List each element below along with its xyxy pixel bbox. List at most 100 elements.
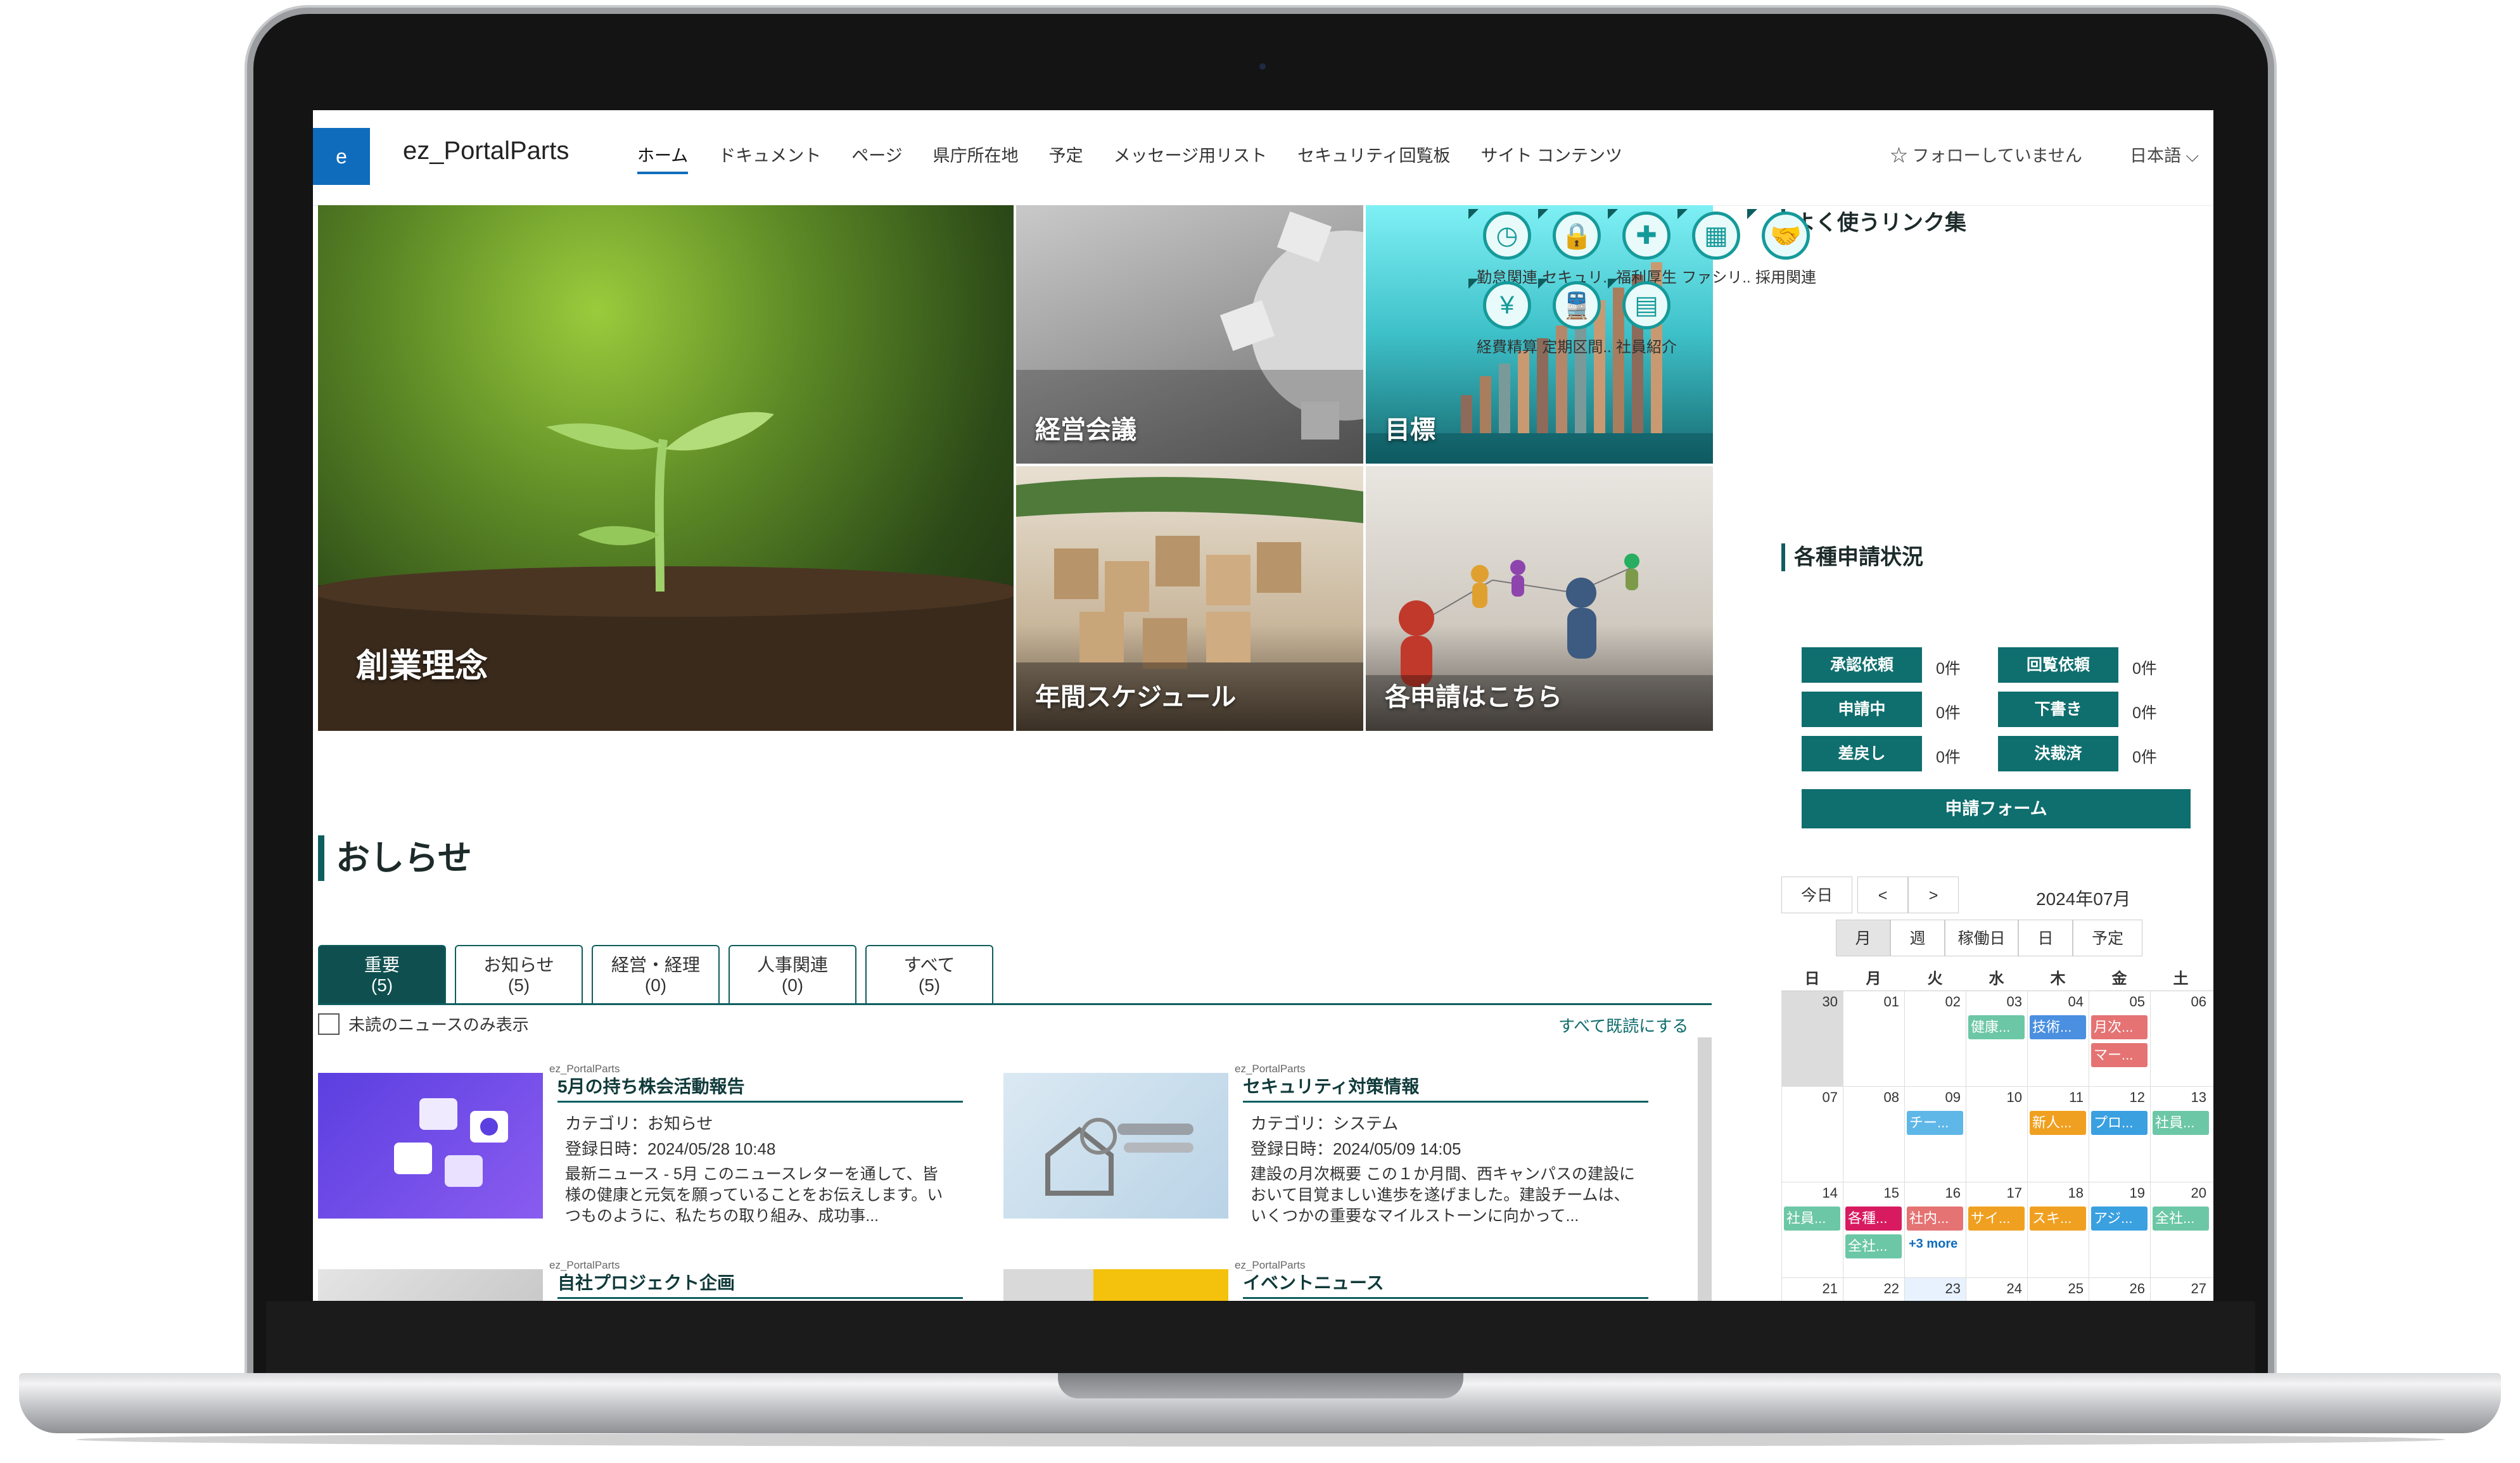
calendar-today-button[interactable]: 今日: [1781, 877, 1852, 913]
quick-link-id-card[interactable]: ▤ 社員紹介: [1608, 279, 1685, 361]
calendar-day[interactable]: 18 スキ...: [2027, 1182, 2089, 1277]
calendar-event[interactable]: スキ...: [2030, 1206, 2086, 1231]
nav-item-pages[interactable]: ページ: [851, 142, 902, 174]
calendar-day[interactable]: 15 各種... 全社...: [1843, 1182, 1904, 1277]
calendar-event[interactable]: マー...: [2091, 1043, 2148, 1067]
mark-all-read-link[interactable]: すべて既読にする: [1558, 1013, 1688, 1037]
calendar-view-workweek[interactable]: 稼働日: [1945, 920, 2018, 956]
news-title[interactable]: 自社プロジェクト企画: [557, 1269, 963, 1299]
calendar-day[interactable]: 08: [1843, 1087, 1904, 1182]
calendar-event[interactable]: サイ...: [1968, 1206, 2025, 1231]
calendar-view-month[interactable]: 月: [1836, 920, 1890, 956]
calendar-day[interactable]: 22: [1843, 1278, 1904, 1301]
nav-item-home[interactable]: ホーム: [637, 142, 689, 174]
calendar-day[interactable]: 10: [1966, 1087, 2027, 1182]
nav-item-security-board[interactable]: セキュリティ回覧板: [1297, 142, 1450, 174]
calendar-event[interactable]: 社内...: [1907, 1206, 1963, 1231]
calendar-event[interactable]: 社員...: [2153, 1111, 2209, 1135]
news-card[interactable]: ez_PortalParts 5月の持ち株会活動報告 カテゴリ：お知らせ 登録日…: [318, 1063, 977, 1227]
hero-tile-annual-schedule[interactable]: 年間スケジュール: [1016, 466, 1363, 731]
hero-tile-management-meeting[interactable]: 経営会議: [1016, 205, 1363, 464]
calendar-day[interactable]: 25: [2027, 1278, 2089, 1301]
calendar-view-week[interactable]: 週: [1890, 920, 1945, 956]
calendar-view-agenda[interactable]: 予定: [2073, 920, 2142, 956]
calendar-event[interactable]: チー...: [1907, 1111, 1963, 1135]
calendar-day[interactable]: 02: [1904, 991, 1966, 1086]
tab-notices[interactable]: お知らせ (5): [455, 945, 583, 1003]
calendar-day[interactable]: 01: [1843, 991, 1904, 1086]
calendar-day[interactable]: 30: [1781, 991, 1843, 1086]
returned-button[interactable]: 差戻し: [1802, 736, 1922, 771]
approved-button[interactable]: 決裁済: [1998, 736, 2118, 771]
calendar-day[interactable]: 24: [1966, 1278, 2027, 1301]
nav-item-message-list[interactable]: メッセージ用リスト: [1114, 142, 1267, 174]
tab-management-accounting[interactable]: 経営・経理 (0): [592, 945, 720, 1003]
news-card[interactable]: ez_PortalParts イベントニュース: [1003, 1259, 1662, 1301]
calendar-day[interactable]: 09 チー...: [1904, 1087, 1966, 1182]
news-scrollbar[interactable]: [1698, 1037, 1712, 1301]
calendar-day[interactable]: 04 技術...: [2027, 991, 2089, 1086]
calendar-event[interactable]: 社員...: [1784, 1206, 1840, 1231]
in-application-button[interactable]: 申請中: [1802, 692, 1922, 727]
unread-only-toggle[interactable]: 未読のニュースのみ表示: [318, 1012, 529, 1036]
calendar-event[interactable]: 全社...: [2153, 1206, 2209, 1231]
calendar-day[interactable]: 13 社員...: [2150, 1087, 2211, 1182]
tab-all[interactable]: すべて (5): [865, 945, 993, 1003]
calendar-event[interactable]: 新人...: [2030, 1111, 2086, 1135]
nav-item-schedule[interactable]: 予定: [1049, 142, 1083, 174]
draft-button[interactable]: 下書き: [1998, 692, 2118, 727]
application-form-button[interactable]: 申請フォーム: [1802, 789, 2191, 828]
news-card[interactable]: ez_PortalParts 自社プロジェクト企画: [318, 1259, 977, 1301]
news-title[interactable]: 5月の持ち株会活動報告: [557, 1073, 963, 1103]
tab-hr[interactable]: 人事関連 (0): [729, 945, 856, 1003]
language-selector[interactable]: 日本語 ⌵: [2130, 142, 2199, 167]
calendar-view-day[interactable]: 日: [2018, 920, 2073, 956]
nav-item-documents[interactable]: ドキュメント: [718, 142, 821, 174]
calendar-day[interactable]: 20 全社...: [2150, 1182, 2211, 1277]
calendar-day[interactable]: 23: [1904, 1278, 1966, 1301]
calendar-event[interactable]: 各種...: [1845, 1206, 1902, 1231]
calendar-day[interactable]: 03 健康...: [1966, 991, 2027, 1086]
quick-link-handshake[interactable]: 🤝 採用関連: [1747, 209, 1824, 291]
nav-item-site-contents[interactable]: サイト コンテンツ: [1481, 142, 1623, 174]
calendar-day[interactable]: 16 社内... +3 more: [1904, 1182, 1966, 1277]
tab-important[interactable]: 重要 (5): [318, 945, 446, 1003]
calendar-next-button[interactable]: >: [1908, 877, 1959, 913]
circulation-request-button[interactable]: 回覧依頼: [1998, 647, 2118, 683]
calendar-day[interactable]: 26: [2089, 1278, 2150, 1301]
calendar-event[interactable]: プロ...: [2091, 1111, 2148, 1135]
day-number: 01: [1883, 994, 1899, 1010]
calendar-prev-button[interactable]: <: [1857, 877, 1908, 913]
site-logo[interactable]: e: [313, 128, 370, 185]
follow-button[interactable]: ☆ フォローしていません: [1890, 142, 2082, 167]
calendar-day[interactable]: 21: [1781, 1278, 1843, 1301]
calendar-day[interactable]: 17 サイ...: [1966, 1182, 2027, 1277]
calendar-day[interactable]: 11 新人...: [2027, 1087, 2089, 1182]
nav-item-prefectural-capitals[interactable]: 県庁所在地: [933, 142, 1019, 174]
calendar-day[interactable]: 12 プロ...: [2089, 1087, 2150, 1182]
hero-tile-applications[interactable]: 各申請はこちら: [1366, 466, 1713, 731]
calendar-event[interactable]: アジ...: [2091, 1206, 2148, 1231]
news-title[interactable]: セキュリティ対策情報: [1243, 1073, 1648, 1103]
calendar-day[interactable]: 19 アジ...: [2089, 1182, 2150, 1277]
calendar-day[interactable]: 07: [1781, 1087, 1843, 1182]
day-number: 11: [2069, 1089, 2084, 1105]
calendar-day[interactable]: 06: [2150, 991, 2211, 1086]
calendar-day[interactable]: 27: [2150, 1278, 2211, 1301]
calendar-event[interactable]: 技術...: [2030, 1015, 2086, 1039]
calendar-event[interactable]: 月次...: [2091, 1015, 2148, 1039]
site-title[interactable]: ez_PortalParts: [403, 137, 569, 165]
calendar-day[interactable]: 05 月次... マー...: [2089, 991, 2150, 1086]
quick-link-building[interactable]: ▦ ファシリ..: [1677, 209, 1755, 291]
calendar-day[interactable]: 14 社員...: [1781, 1182, 1843, 1277]
quick-link-money-bag[interactable]: ¥ 経費精算: [1468, 279, 1546, 361]
calendar-event[interactable]: 健康...: [1968, 1015, 2025, 1039]
calendar-event[interactable]: 全社...: [1845, 1234, 1902, 1258]
calendar-more-link[interactable]: +3 more: [1909, 1237, 1957, 1251]
news-title[interactable]: イベントニュース: [1243, 1269, 1648, 1299]
approval-request-button[interactable]: 承認依頼: [1802, 647, 1922, 683]
unread-checkbox[interactable]: [318, 1013, 340, 1035]
news-card[interactable]: ez_PortalParts セキュリティ対策情報 カテゴリ：システム 登録日時…: [1003, 1063, 1662, 1227]
quick-link-train[interactable]: 🚆 定期区間..: [1538, 279, 1615, 361]
hero-tile-philosophy[interactable]: 創業理念: [318, 205, 1014, 731]
